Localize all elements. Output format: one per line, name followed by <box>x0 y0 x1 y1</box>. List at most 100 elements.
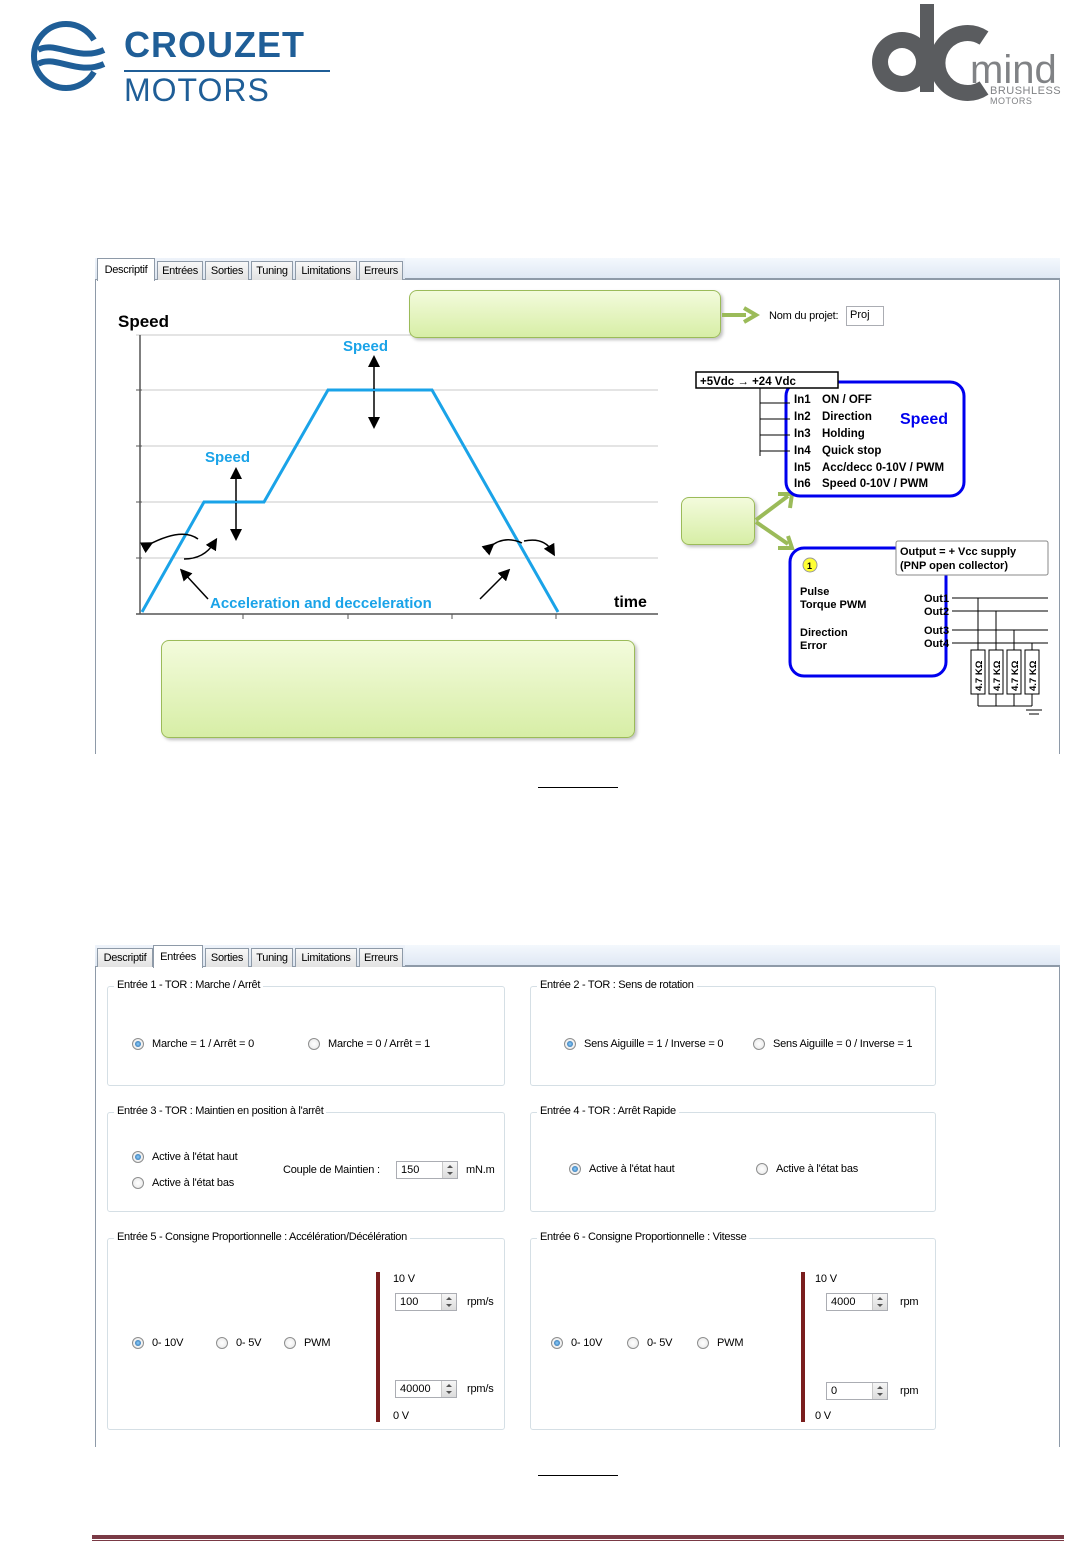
radio-dot[interactable] <box>697 1337 709 1349</box>
tab-erreurs[interactable]: Erreurs <box>359 261 403 280</box>
output-badge: 1 <box>807 561 812 571</box>
tab-tuning[interactable]: Tuning <box>251 948 293 967</box>
radio-dot[interactable] <box>132 1177 144 1189</box>
radio-dot[interactable] <box>564 1038 576 1050</box>
holding-torque-unit: mN.m <box>466 1164 495 1176</box>
radio-dot[interactable] <box>551 1337 563 1349</box>
stepper-arrows-icon[interactable] <box>872 1294 887 1310</box>
tab-entrees[interactable]: Entrées <box>157 261 203 280</box>
radio-label: 0- 10V <box>571 1337 603 1349</box>
radio-speed-pwm[interactable]: PWM <box>697 1337 743 1349</box>
stepper-value[interactable]: 0 <box>831 1385 837 1397</box>
radio-sens-0[interactable]: Sens Aiguille = 0 / Inverse = 1 <box>753 1038 913 1050</box>
speed-curve <box>140 388 560 613</box>
tab-sorties[interactable]: Sorties <box>205 948 249 967</box>
radio-holding-low[interactable]: Active à l'état bas <box>132 1177 234 1189</box>
inputs-box-title: Speed <box>900 411 948 428</box>
inputs-diagram: +5Vdc → +24 Vdc Speed In1 ON / OFF In2 D… <box>695 371 966 498</box>
radio-dot[interactable] <box>753 1038 765 1050</box>
output-note-1: Output = + Vcc supply <box>900 546 1017 558</box>
group-input-1: Entrée 1 - TOR : Marche / Arrêt Marche =… <box>107 979 505 1086</box>
radio-acc-0-5v[interactable]: 0- 5V <box>216 1337 261 1349</box>
radio-dot[interactable] <box>132 1038 144 1050</box>
resistor-label: 4.7 KΩ <box>992 660 1003 691</box>
radio-dot[interactable] <box>284 1337 296 1349</box>
stepper-value[interactable]: 150 <box>401 1164 419 1176</box>
output-pin: Out3 <box>924 625 949 637</box>
tab-limitations[interactable]: Limitations <box>295 261 357 280</box>
acc-max-stepper[interactable]: 100 <box>395 1293 457 1311</box>
speed-min-stepper[interactable]: 0 <box>826 1382 888 1400</box>
speed-profile-graph: Speed time Speed Speed Acceleration and … <box>118 312 658 619</box>
scale-bottom-label: 0 V <box>815 1410 831 1422</box>
tab-descriptif[interactable]: Descriptif <box>97 948 153 967</box>
output-note-2: (PNP open collector) <box>900 560 1008 572</box>
stepper-arrows-icon[interactable] <box>441 1381 456 1397</box>
tab-descriptif[interactable]: Descriptif <box>97 258 155 281</box>
stepper-arrows-icon[interactable] <box>442 1162 457 1178</box>
input-pin: In1 <box>794 394 811 406</box>
tab-bar: Descriptif Entrées Sorties Tuning Limita… <box>95 945 1060 968</box>
radio-dot[interactable] <box>627 1337 639 1349</box>
radio-holding-high[interactable]: Active à l'état haut <box>132 1151 238 1163</box>
tab-limitations[interactable]: Limitations <box>295 948 357 967</box>
footer-rule-thin <box>92 1540 1064 1541</box>
tab-sorties[interactable]: Sorties <box>205 261 249 280</box>
holding-torque-stepper[interactable]: 150 <box>396 1161 458 1179</box>
speed-max-unit: rpm <box>900 1296 919 1308</box>
radio-marche-0[interactable]: Marche = 0 / Arrêt = 1 <box>308 1038 430 1050</box>
resistor-label: 4.7 KΩ <box>1028 660 1039 691</box>
radio-dot[interactable] <box>308 1038 320 1050</box>
radio-quickstop-low[interactable]: Active à l'état bas <box>756 1163 858 1175</box>
radio-dot[interactable] <box>132 1151 144 1163</box>
stepper-value[interactable]: 40000 <box>400 1383 431 1395</box>
radio-label: 0- 5V <box>236 1337 262 1349</box>
output-pin: Out1 <box>924 593 949 605</box>
group-title: Entrée 1 - TOR : Marche / Arrêt <box>114 979 264 991</box>
tab-erreurs[interactable]: Erreurs <box>359 948 403 967</box>
supply-label: +5Vdc → +24 Vdc <box>700 376 796 388</box>
radio-acc-0-10v[interactable]: 0- 10V <box>132 1337 183 1349</box>
radio-speed-0-5v[interactable]: 0- 5V <box>627 1337 672 1349</box>
group-input-5: Entrée 5 - Consigne Proportionnelle : Ac… <box>107 1231 505 1430</box>
scale-top-label: 10 V <box>393 1273 415 1285</box>
radio-dot[interactable] <box>132 1337 144 1349</box>
radio-dot[interactable] <box>569 1163 581 1175</box>
radio-speed-0-10v[interactable]: 0- 10V <box>551 1337 602 1349</box>
output-function: Pulse <box>800 586 829 598</box>
output-function: Direction <box>800 627 848 639</box>
radio-sens-1[interactable]: Sens Aiguille = 1 / Inverse = 0 <box>564 1038 724 1050</box>
stepper-value[interactable]: 100 <box>400 1296 418 1308</box>
radio-marche-1[interactable]: Marche = 1 / Arrêt = 0 <box>132 1038 254 1050</box>
radio-quickstop-high[interactable]: Active à l'état haut <box>569 1163 675 1175</box>
resistor-label: 4.7 KΩ <box>1010 660 1021 691</box>
voltage-scale-bar <box>801 1272 805 1422</box>
group-title: Entrée 6 - Consigne Proportionnelle : Vi… <box>537 1231 750 1243</box>
input-function: ON / OFF <box>822 394 872 406</box>
radio-label: Active à l'état haut <box>152 1151 238 1163</box>
output-pin: Out2 <box>924 606 949 618</box>
radio-dot[interactable] <box>756 1163 768 1175</box>
group-input-2: Entrée 2 - TOR : Sens de rotation Sens A… <box>530 979 936 1086</box>
radio-acc-pwm[interactable]: PWM <box>284 1337 330 1349</box>
project-name-input[interactable]: Proj <box>846 306 884 326</box>
input-function: Holding <box>822 428 865 440</box>
acc-min-stepper[interactable]: 40000 <box>395 1380 457 1398</box>
group-title: Entrée 4 - TOR : Arrêt Rapide <box>537 1105 679 1117</box>
project-name-label: Nom du projet: <box>769 310 839 322</box>
acc-min-unit: rpm/s <box>467 1383 494 1395</box>
logo-tagline-2: MOTORS <box>990 96 1033 106</box>
speed-max-stepper[interactable]: 4000 <box>826 1293 888 1311</box>
stepper-arrows-icon[interactable] <box>872 1383 887 1399</box>
tab-tuning[interactable]: Tuning <box>251 261 293 280</box>
tab-entrees[interactable]: Entrées <box>153 945 203 968</box>
stepper-arrows-icon[interactable] <box>441 1294 456 1310</box>
crouzet-logo-icon <box>31 20 106 92</box>
graph-xlabel: time <box>614 594 647 611</box>
group-title: Entrée 2 - TOR : Sens de rotation <box>537 979 697 991</box>
radio-dot[interactable] <box>216 1337 228 1349</box>
input-pin: In4 <box>794 445 811 457</box>
dcmind-logo: mind BRUSHLESS MOTORS <box>864 0 1078 112</box>
stepper-value[interactable]: 4000 <box>831 1296 855 1308</box>
group-title: Entrée 5 - Consigne Proportionnelle : Ac… <box>114 1231 410 1243</box>
